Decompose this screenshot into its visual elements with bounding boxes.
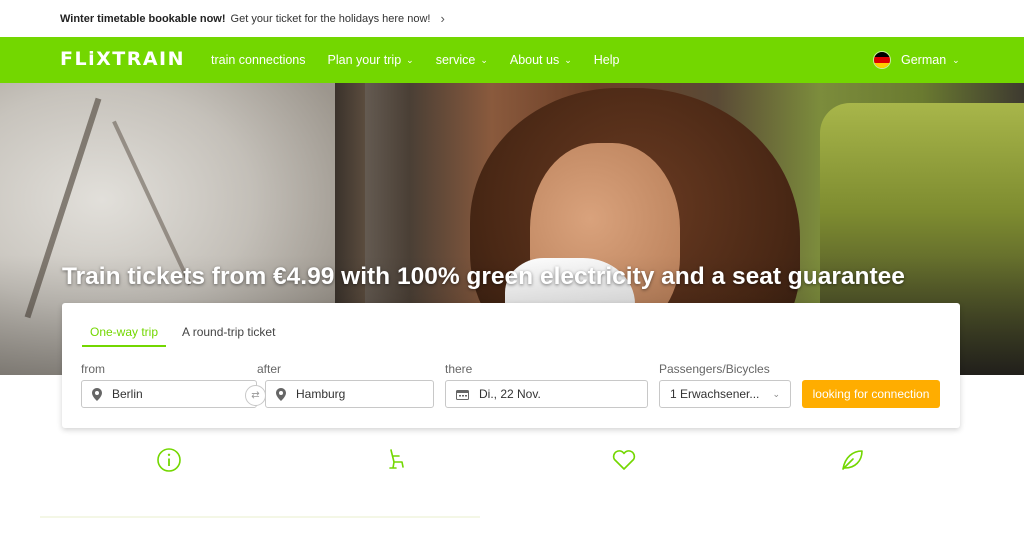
chevron-right-icon[interactable]: › xyxy=(440,11,444,26)
location-pin-icon xyxy=(92,387,102,401)
after-input[interactable]: Hamburg xyxy=(265,380,434,408)
swap-icon: ⇄ xyxy=(251,390,260,401)
flixtrain-logo[interactable]: FLiXTRAIN xyxy=(60,48,185,70)
german-flag-icon xyxy=(873,51,891,69)
nav-item-label: train connections xyxy=(211,53,306,67)
nav-item-label: service xyxy=(435,53,476,67)
nav-menu: train connections Plan your trip ⌄ servi… xyxy=(211,37,619,83)
language-label: German xyxy=(901,53,947,67)
info-icon xyxy=(157,448,181,472)
chevron-down-icon: ⌄ xyxy=(480,54,488,65)
main-navigation: FLiXTRAIN train connections Plan your tr… xyxy=(0,37,1024,83)
nav-item-service[interactable]: service ⌄ xyxy=(436,53,488,67)
nav-item-plan-your-trip[interactable]: Plan your trip ⌄ xyxy=(328,53,414,67)
search-button[interactable]: looking for connection xyxy=(802,380,940,408)
banner-message[interactable]: Get your ticket for the holidays here no… xyxy=(231,13,431,25)
seat-icon xyxy=(389,449,404,469)
tab-one-way[interactable]: One-way trip xyxy=(82,321,167,347)
after-value: Hamburg xyxy=(296,387,346,401)
chevron-down-icon: ⌄ xyxy=(952,54,960,65)
after-label: after xyxy=(257,362,282,376)
hero-headline: Train tickets from €4.99 with 100% green… xyxy=(62,263,905,290)
from-value: Berlin xyxy=(112,387,143,401)
passengers-label: Passengers/Bicycles xyxy=(659,362,770,376)
banner-bold-text: Winter timetable bookable now! xyxy=(60,12,226,25)
passengers-select[interactable]: 1 Erwachsener... ⌄ xyxy=(659,380,791,408)
chevron-down-icon: ⌄ xyxy=(406,54,414,65)
section-divider xyxy=(40,516,480,518)
nav-item-train-connections[interactable]: train connections xyxy=(211,53,306,67)
leaf-icon xyxy=(842,450,863,470)
location-pin-icon xyxy=(276,387,286,401)
nav-item-label: Plan your trip xyxy=(327,53,402,67)
tab-round-trip[interactable]: A round-trip ticket xyxy=(174,321,283,347)
language-selector[interactable]: German ⌄ xyxy=(873,37,960,83)
heart-icon xyxy=(612,450,636,470)
chevron-down-icon: ⌄ xyxy=(564,54,572,65)
date-value: Di., 22 Nov. xyxy=(479,387,541,401)
search-form: One-way trip A round-trip ticket from af… xyxy=(62,303,960,428)
passengers-value: 1 Erwachsener... xyxy=(670,387,760,401)
from-input[interactable]: Berlin xyxy=(81,380,257,408)
swap-stations-button[interactable]: ⇄ xyxy=(245,385,266,406)
nav-item-label: About us xyxy=(509,53,560,67)
there-label: there xyxy=(445,362,473,376)
trip-type-tabs: One-way trip A round-trip ticket xyxy=(82,321,283,347)
nav-item-label: Help xyxy=(593,53,620,67)
nav-item-about-us[interactable]: About us ⌄ xyxy=(510,53,572,67)
calendar-icon xyxy=(456,389,469,400)
announcement-banner[interactable]: Winter timetable bookable now! Get your … xyxy=(0,0,1024,37)
nav-item-help[interactable]: Help xyxy=(594,53,620,67)
chevron-down-icon: ⌄ xyxy=(772,388,780,399)
date-input[interactable]: Di., 22 Nov. xyxy=(445,380,648,408)
from-label: from xyxy=(81,362,105,376)
